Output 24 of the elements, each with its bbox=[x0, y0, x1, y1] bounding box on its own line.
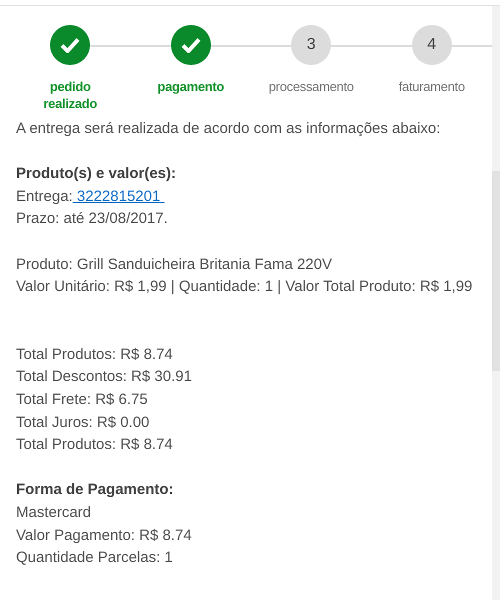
info-line: Total Juros: R$ 0.00 bbox=[16, 414, 150, 431]
info-label: Entrega: bbox=[16, 188, 73, 205]
section-heading: Produto(s) e valor(es): bbox=[16, 164, 178, 184]
step-number: 4 bbox=[412, 25, 452, 65]
info-line: Produto: Grill Sanduicheira Britania Fama 220V bbox=[16, 256, 332, 273]
info-line: A entrega será realizada de acordo com as informações abaixo: bbox=[16, 120, 440, 137]
info-line: Quantidade Parcelas: 1 bbox=[16, 549, 173, 566]
step-label: processamento bbox=[268, 78, 355, 95]
info-line: Valor Unitário: R$ 1,99 | Quantidade: 1 | Valor Total Produto: R$ 1,99 bbox=[16, 278, 472, 296]
step-label: pagamento bbox=[156, 78, 226, 95]
scrollbar[interactable] bbox=[492, 6, 500, 600]
section-heading: Forma de Pagamento: bbox=[16, 480, 175, 500]
step-label: pedido realizado bbox=[42, 78, 98, 112]
info-line: Total Descontos: R$ 30.91 bbox=[16, 368, 192, 386]
step-label: faturamento bbox=[398, 78, 466, 95]
info-line: Total Frete: R$ 6.75 bbox=[16, 390, 148, 408]
info-line: Prazo: até 23/08/2017. bbox=[16, 210, 168, 228]
step-number: 3 bbox=[291, 25, 332, 65]
info-line: Total Produtos: R$ 8.74 bbox=[16, 436, 173, 454]
info-line: Mastercard bbox=[16, 504, 92, 521]
scrollbar-thumb[interactable] bbox=[492, 171, 500, 371]
info-line: Valor Pagamento: R$ 8.74 bbox=[16, 526, 192, 544]
info-line: Total Produtos: R$ 8.74 bbox=[16, 346, 173, 363]
tracking-link[interactable]: 3222815201 bbox=[72, 188, 164, 205]
